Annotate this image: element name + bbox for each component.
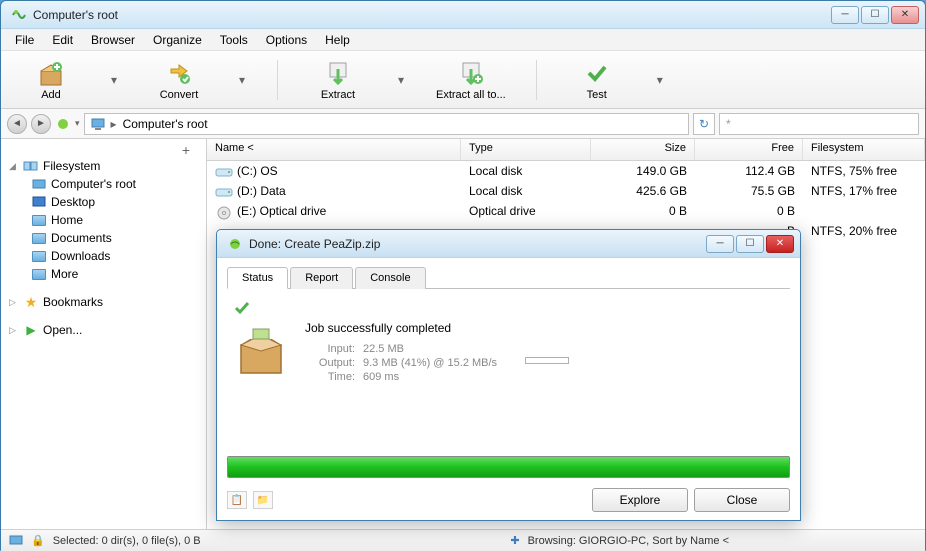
output-value: 9.3 MB (41%) @ 15.2 MB/s xyxy=(363,357,497,369)
leaf-icon[interactable] xyxy=(55,116,71,132)
menu-browser[interactable]: Browser xyxy=(83,31,143,49)
forward-button[interactable]: ► xyxy=(31,114,51,134)
tab-report[interactable]: Report xyxy=(290,267,353,289)
computer-icon xyxy=(9,534,23,548)
tree-add-button[interactable]: + xyxy=(5,145,202,157)
dialog-minimize-button[interactable]: ─ xyxy=(706,235,734,253)
addressbar: ◄ ► ▾ ▸ Computer's root ↻ * xyxy=(1,109,925,139)
sidebar: + ◢ Filesystem Computer's root Desktop H… xyxy=(1,139,207,529)
star-icon: ★ xyxy=(23,295,39,309)
statusbar: 🔒 Selected: 0 dir(s), 0 file(s), 0 B ✚ B… xyxy=(1,529,925,551)
tab-status[interactable]: Status xyxy=(227,267,288,289)
time-value: 609 ms xyxy=(363,371,399,383)
tree-item-root[interactable]: Computer's root xyxy=(27,175,202,193)
add-button[interactable]: Add xyxy=(21,59,81,101)
test-button[interactable]: Test xyxy=(567,59,627,101)
status-selected: Selected: 0 dir(s), 0 file(s), 0 B xyxy=(53,535,201,547)
tree-open[interactable]: ▷ ▶ Open... xyxy=(5,321,202,339)
test-dropdown[interactable]: ▾ xyxy=(657,73,665,87)
dialog-tabs: Status Report Console xyxy=(227,266,790,289)
tree-filesystem[interactable]: ◢ Filesystem xyxy=(5,157,202,175)
extract-icon xyxy=(324,59,352,87)
dialog-maximize-button[interactable]: ☐ xyxy=(736,235,764,253)
convert-button[interactable]: Convert xyxy=(149,59,209,101)
tab-console[interactable]: Console xyxy=(355,267,425,289)
extract-all-icon xyxy=(457,59,485,87)
table-row[interactable]: (C:) OSLocal disk149.0 GB112.4 GBNTFS, 7… xyxy=(207,161,925,181)
app-icon xyxy=(227,236,243,252)
input-value: 22.5 MB xyxy=(363,343,404,355)
grid-header: Name < Type Size Free Filesystem xyxy=(207,139,925,161)
nav-dropdown[interactable]: ▾ xyxy=(75,118,80,129)
tree-item-downloads[interactable]: Downloads xyxy=(27,247,202,265)
maximize-button[interactable]: ☐ xyxy=(861,6,889,24)
tree-item-more[interactable]: More xyxy=(27,265,202,283)
check-icon xyxy=(583,59,611,87)
menu-file[interactable]: File xyxy=(7,31,42,49)
tree-item-desktop[interactable]: Desktop xyxy=(27,193,202,211)
explore-button[interactable]: Explore xyxy=(592,488,688,512)
app-icon xyxy=(11,7,27,23)
menu-help[interactable]: Help xyxy=(317,31,358,49)
lock-icon: 🔒 xyxy=(31,534,45,547)
status-message: Job successfully completed xyxy=(305,321,784,335)
col-size[interactable]: Size xyxy=(591,139,695,160)
extract-all-button[interactable]: Extract all to... xyxy=(436,59,506,101)
computer-icon xyxy=(91,117,105,131)
close-button[interactable]: ✕ xyxy=(891,6,919,24)
menubar: File Edit Browser Organize Tools Options… xyxy=(1,29,925,51)
tree-item-documents[interactable]: Documents xyxy=(27,229,202,247)
tree-bookmarks[interactable]: ▷ ★ Bookmarks xyxy=(5,293,202,311)
dialog-close-button[interactable]: ✕ xyxy=(766,235,794,253)
status-browsing: Browsing: GIORGIO-PC, Sort by Name < xyxy=(528,535,729,547)
drive-icon xyxy=(215,186,233,198)
extract-dropdown[interactable]: ▾ xyxy=(398,73,406,87)
col-name[interactable]: Name < xyxy=(207,139,461,160)
col-fs[interactable]: Filesystem xyxy=(803,139,925,160)
table-row[interactable]: (E:) Optical driveOptical drive0 B0 B xyxy=(207,201,925,221)
progress-dialog: Done: Create PeaZip.zip ─ ☐ ✕ Status Rep… xyxy=(216,229,801,521)
window-title: Computer's root xyxy=(33,8,831,22)
box-add-icon xyxy=(37,59,65,87)
tree-item-home[interactable]: Home xyxy=(27,211,202,229)
progress-bar xyxy=(227,456,790,478)
success-check-icon xyxy=(233,299,784,317)
back-button[interactable]: ◄ xyxy=(7,114,27,134)
clipboard-icon-button[interactable]: 📋 xyxy=(227,491,247,509)
convert-dropdown[interactable]: ▾ xyxy=(239,73,247,87)
mini-progress xyxy=(525,357,569,364)
extract-button[interactable]: Extract xyxy=(308,59,368,101)
box-icon xyxy=(233,321,289,377)
convert-icon xyxy=(165,59,193,87)
menu-tools[interactable]: Tools xyxy=(212,31,256,49)
dialog-close-btn[interactable]: Close xyxy=(694,488,790,512)
main-titlebar[interactable]: Computer's root ─ ☐ ✕ xyxy=(1,1,925,29)
refresh-button[interactable]: ↻ xyxy=(693,113,715,135)
table-row[interactable]: (D:) DataLocal disk425.6 GB75.5 GBNTFS, … xyxy=(207,181,925,201)
col-type[interactable]: Type xyxy=(461,139,591,160)
minimize-button[interactable]: ─ xyxy=(831,6,859,24)
filesystem-icon xyxy=(23,159,39,173)
address-input[interactable]: ▸ Computer's root xyxy=(84,113,689,135)
dialog-title: Done: Create PeaZip.zip xyxy=(249,237,706,251)
folder-icon-button[interactable]: 📁 xyxy=(253,491,273,509)
add-dropdown[interactable]: ▾ xyxy=(111,73,119,87)
drive-icon xyxy=(215,206,233,218)
col-free[interactable]: Free xyxy=(695,139,803,160)
menu-edit[interactable]: Edit xyxy=(44,31,81,49)
toolbar: Add ▾ Convert ▾ Extract ▾ Extract all to… xyxy=(1,51,925,109)
search-input[interactable]: * xyxy=(719,113,919,135)
dialog-titlebar[interactable]: Done: Create PeaZip.zip ─ ☐ ✕ xyxy=(217,230,800,258)
drive-icon xyxy=(215,166,233,178)
address-path: Computer's root xyxy=(123,117,208,131)
play-icon: ▶ xyxy=(23,323,39,337)
menu-options[interactable]: Options xyxy=(258,31,315,49)
menu-organize[interactable]: Organize xyxy=(145,31,210,49)
